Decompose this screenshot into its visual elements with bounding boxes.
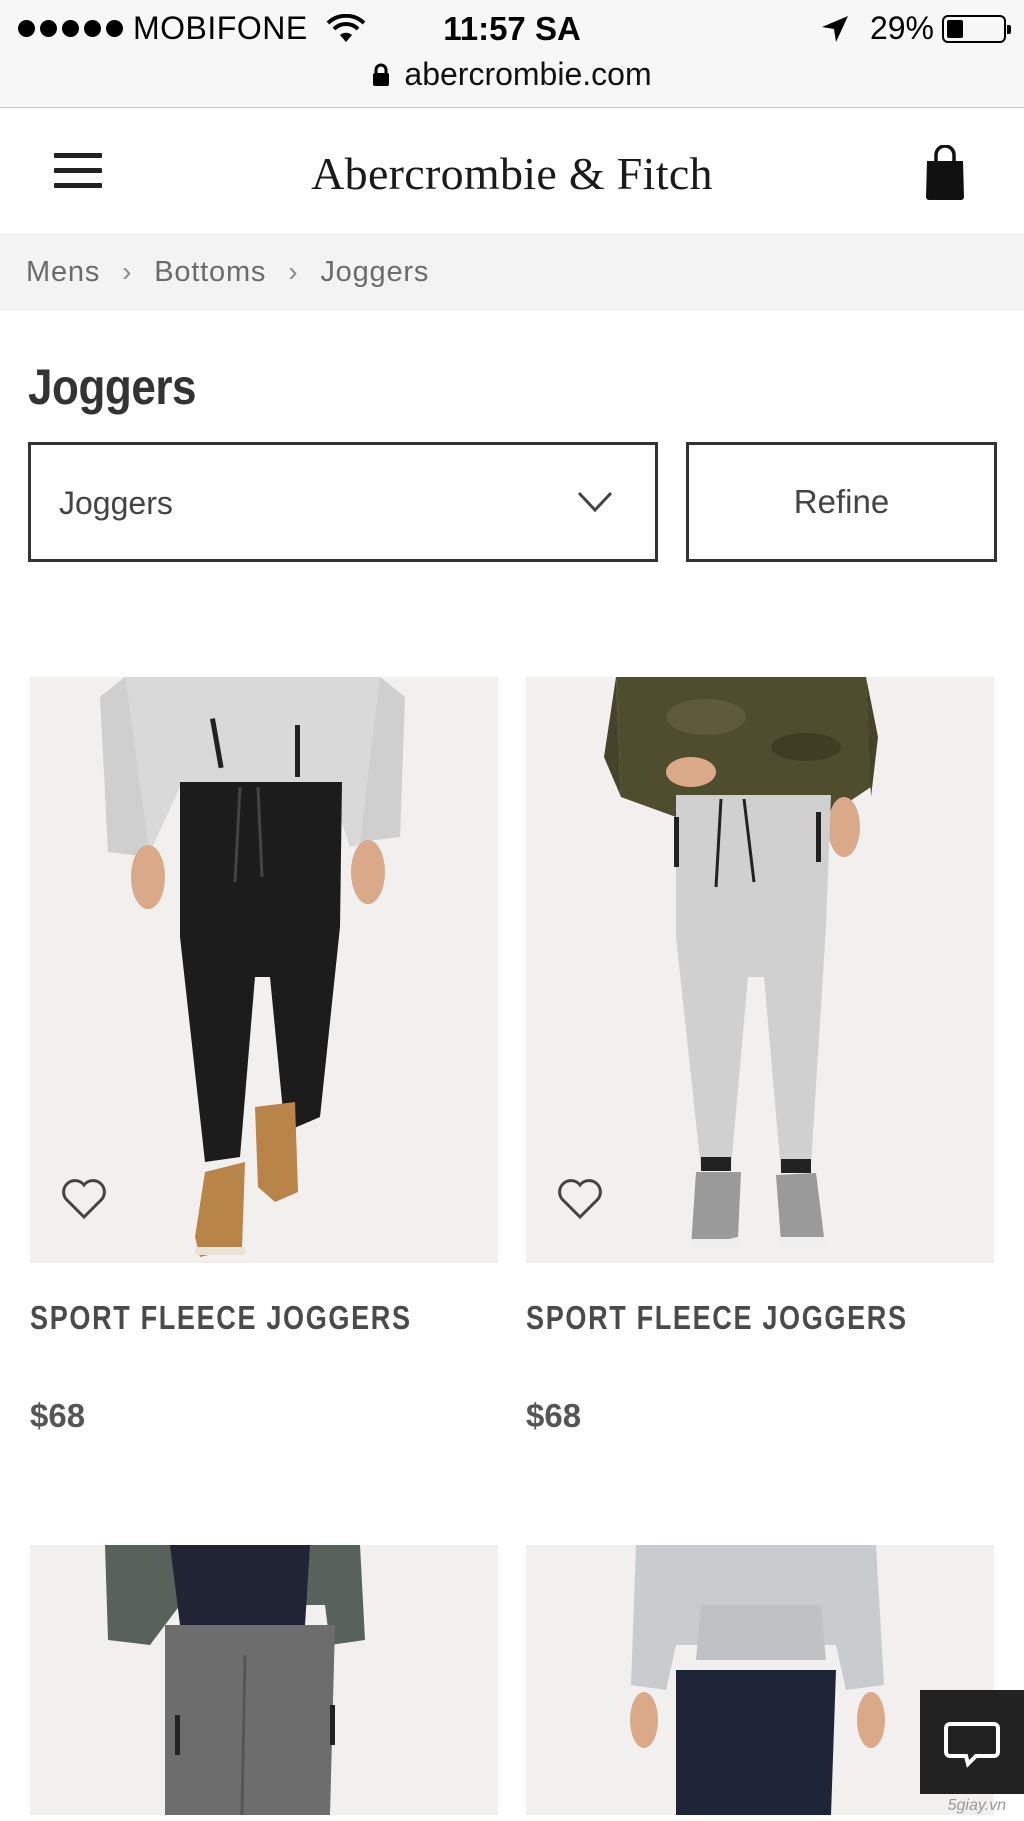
lock-icon bbox=[373, 63, 390, 86]
product-name[interactable]: SPORT FLEECE JOGGERS bbox=[30, 1299, 412, 1337]
brand-logo[interactable]: Abercrombie & Fitch bbox=[0, 147, 1024, 200]
category-select-value: Joggers bbox=[59, 485, 173, 521]
location-arrow-icon bbox=[821, 15, 848, 42]
chat-bubble-icon bbox=[944, 1722, 1000, 1768]
product-price: $68 bbox=[30, 1397, 86, 1434]
battery-fill bbox=[947, 19, 963, 38]
product-image[interactable] bbox=[30, 677, 498, 1263]
product-name[interactable]: SPORT FLEECE JOGGERS bbox=[526, 1299, 908, 1337]
product-photo-heather-joggers bbox=[30, 1545, 498, 1815]
status-right: 29% bbox=[820, 10, 1011, 47]
category-select[interactable]: Joggers bbox=[28, 442, 658, 562]
product-photo-grey-joggers bbox=[526, 677, 994, 1263]
battery-icon bbox=[942, 14, 1011, 43]
url-text: abercrombie.com bbox=[404, 56, 652, 92]
breadcrumb: Mens › Bottoms › Joggers bbox=[0, 233, 1024, 311]
heart-icon[interactable] bbox=[556, 1177, 604, 1221]
refine-button[interactable]: Refine bbox=[686, 442, 997, 562]
breadcrumb-item-joggers[interactable]: Joggers bbox=[320, 256, 429, 289]
product-photo-black-joggers bbox=[30, 677, 498, 1263]
chevron-right-icon: › bbox=[122, 256, 133, 287]
breadcrumb-item-mens[interactable]: Mens bbox=[26, 256, 100, 289]
address-bar[interactable]: abercrombie.com bbox=[0, 56, 1024, 93]
watermark: 5giay.vn bbox=[947, 1797, 1006, 1814]
chevron-right-icon: › bbox=[288, 256, 299, 287]
battery-percent: 29% bbox=[869, 10, 934, 46]
breadcrumb-item-bottoms[interactable]: Bottoms bbox=[154, 256, 266, 289]
product-image[interactable] bbox=[30, 1545, 498, 1815]
product-price: $68 bbox=[526, 1397, 582, 1434]
ios-status-bar: MOBIFONE 11:57 SA 29% abercrombie.com bbox=[0, 0, 1024, 108]
site-header: Abercrombie & Fitch bbox=[0, 109, 1024, 233]
page-title: Joggers bbox=[28, 359, 197, 415]
shopping-bag-icon[interactable] bbox=[924, 145, 966, 201]
heart-icon[interactable] bbox=[60, 1177, 108, 1221]
chevron-down-icon bbox=[577, 491, 613, 513]
chat-button[interactable] bbox=[920, 1690, 1024, 1794]
product-image[interactable] bbox=[526, 677, 994, 1263]
status-row: MOBIFONE 11:57 SA 29% bbox=[0, 6, 1024, 50]
